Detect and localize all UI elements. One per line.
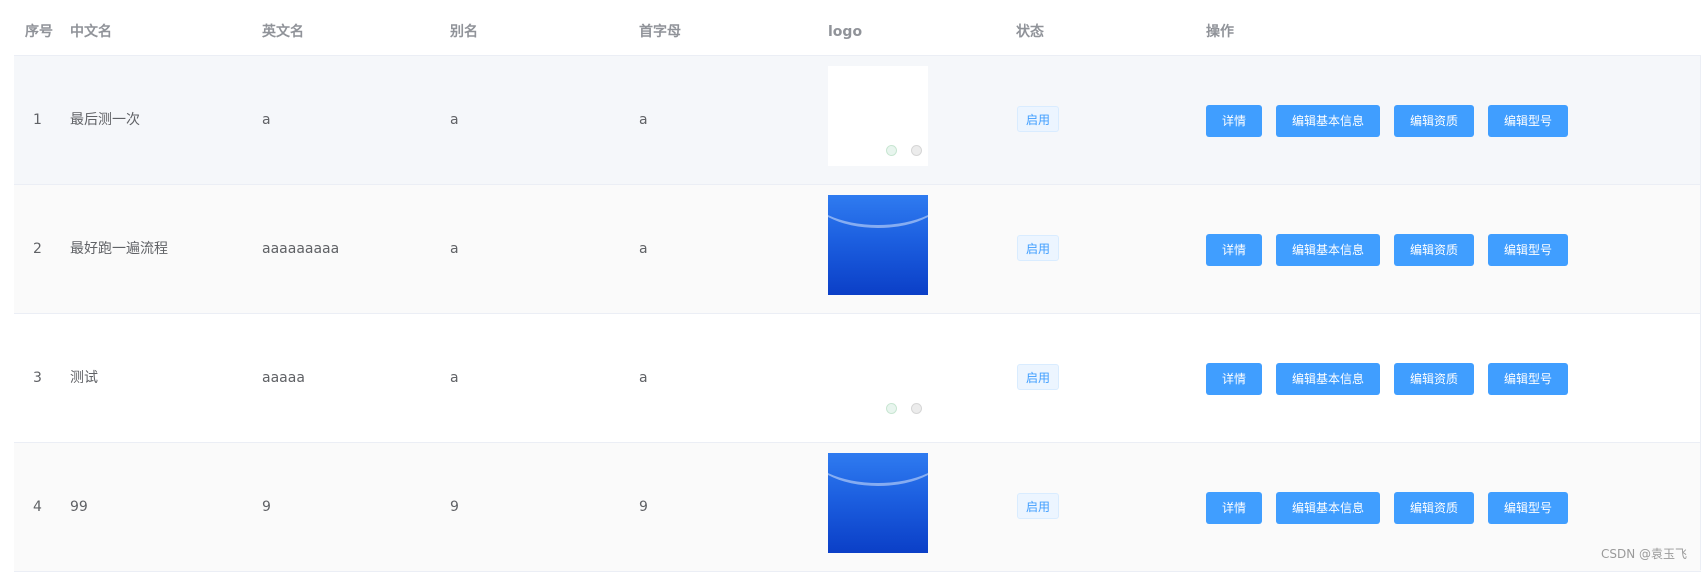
row-en-name: 9	[262, 499, 271, 515]
status-badge: 启用	[1017, 493, 1060, 519]
column-header-logo: logo	[828, 24, 863, 40]
row-en-name: a	[262, 112, 271, 128]
logo-image[interactable]	[828, 324, 928, 424]
table-row: 4 99 9 9 9 启用 详情 编辑基本信息 编辑资质 编辑型号	[14, 443, 1701, 572]
column-header-alias: 别名	[450, 24, 478, 40]
status-badge: 启用	[1017, 235, 1060, 261]
row-actions: 详情 编辑基本信息 编辑资质 编辑型号	[1206, 363, 1569, 395]
row-initial: 9	[639, 499, 648, 515]
row-actions: 详情 编辑基本信息 编辑资质 编辑型号	[1206, 234, 1569, 266]
column-header-status: 状态	[1016, 24, 1044, 40]
logo-image[interactable]	[828, 66, 928, 166]
filter-icon	[886, 145, 897, 156]
row-cn-name: 测试	[70, 370, 98, 386]
edit-qualification-button[interactable]: 编辑资质	[1394, 492, 1475, 524]
column-header-en-name: 英文名	[262, 24, 304, 40]
row-index: 3	[33, 370, 42, 386]
row-alias: a	[450, 370, 459, 386]
edit-qualification-button[interactable]: 编辑资质	[1394, 363, 1475, 395]
edit-model-button[interactable]: 编辑型号	[1488, 492, 1569, 524]
settings-icon	[911, 403, 922, 414]
edit-model-button[interactable]: 编辑型号	[1488, 234, 1569, 266]
logo-thumbnail-icons	[886, 145, 922, 158]
column-header-cn-name: 中文名	[70, 24, 112, 40]
row-alias: a	[450, 241, 459, 257]
logo-highlight	[828, 453, 928, 486]
edit-model-button[interactable]: 编辑型号	[1488, 363, 1569, 395]
logo-highlight	[828, 195, 928, 228]
row-cn-name: 最好跑一遍流程	[70, 241, 168, 257]
row-actions: 详情 编辑基本信息 编辑资质 编辑型号	[1206, 492, 1569, 524]
row-en-name: aaaaa	[262, 370, 305, 386]
logo-image[interactable]	[828, 453, 928, 553]
data-table: 序号 中文名 英文名 别名 首字母 logo 状态 操作 1 最后测一次 a a…	[14, 0, 1701, 572]
detail-button[interactable]: 详情	[1206, 363, 1263, 395]
table-row: 2 最好跑一遍流程 aaaaaaaaa a a 启用 详情 编辑基本信息 编辑资…	[14, 185, 1701, 314]
table-header: 序号 中文名 英文名 别名 首字母 logo 状态 操作	[14, 0, 1701, 56]
detail-button[interactable]: 详情	[1206, 105, 1263, 137]
row-initial: a	[639, 370, 648, 386]
edit-qualification-button[interactable]: 编辑资质	[1394, 105, 1475, 137]
table-row: 1 最后测一次 a a a 启用 详情 编辑基本信息 编辑资质 编辑型号	[14, 56, 1701, 185]
row-en-name: aaaaaaaaa	[262, 241, 340, 257]
edit-qualification-button[interactable]: 编辑资质	[1394, 234, 1475, 266]
status-badge: 启用	[1017, 364, 1060, 390]
logo-image[interactable]	[828, 195, 928, 295]
watermark: CSDN @袁玉飞	[1600, 547, 1687, 561]
row-cn-name: 最后测一次	[70, 112, 140, 128]
row-initial: a	[639, 112, 648, 128]
row-index: 4	[33, 499, 42, 515]
edit-basic-info-button[interactable]: 编辑基本信息	[1276, 492, 1381, 524]
edit-basic-info-button[interactable]: 编辑基本信息	[1276, 234, 1381, 266]
row-initial: a	[639, 241, 648, 257]
edit-basic-info-button[interactable]: 编辑基本信息	[1276, 105, 1381, 137]
row-index: 2	[33, 241, 42, 257]
column-header-index: 序号	[25, 24, 53, 40]
filter-icon	[886, 403, 897, 414]
detail-button[interactable]: 详情	[1206, 234, 1263, 266]
row-cn-name: 99	[70, 499, 88, 515]
status-badge: 启用	[1017, 106, 1060, 132]
edit-basic-info-button[interactable]: 编辑基本信息	[1276, 363, 1381, 395]
column-header-actions: 操作	[1206, 24, 1234, 40]
column-header-initial: 首字母	[639, 24, 681, 40]
row-index: 1	[33, 112, 42, 128]
row-alias: a	[450, 112, 459, 128]
settings-icon	[911, 145, 922, 156]
edit-model-button[interactable]: 编辑型号	[1488, 105, 1569, 137]
table-row: 3 测试 aaaaa a a 启用 详情 编辑基本信息 编辑资质 编辑型号	[14, 314, 1701, 443]
logo-thumbnail-icons	[886, 403, 922, 416]
detail-button[interactable]: 详情	[1206, 492, 1263, 524]
row-alias: 9	[450, 499, 459, 515]
row-actions: 详情 编辑基本信息 编辑资质 编辑型号	[1206, 105, 1569, 137]
